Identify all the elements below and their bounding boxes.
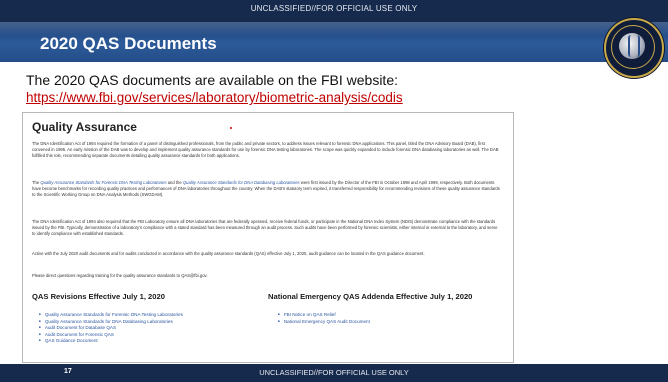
national-emergency-heading: National Emergency QAS Addenda Effective… [268,292,473,301]
dna-advisory-board-seal-icon [604,18,664,78]
qas-revisions-list: Quality Assurance Standards for Forensic… [39,312,183,345]
qa-heading: Quality Assurance [32,120,137,134]
paragraph-2: The Quality Assurance Standards for Fore… [32,180,502,199]
qas-revisions-heading: QAS Revisions Effective July 1, 2020 [32,292,165,301]
paragraph-5: Please direct questions regarding traini… [32,273,208,278]
red-dot-mark [230,127,232,129]
list-item[interactable]: Quality Assurance Standards for DNA Data… [39,319,183,326]
slide: UNCLASSIFIED//FOR OFFICIAL USE ONLY 2020… [0,0,668,382]
list-item[interactable]: FBI Notice on QAS Relief [278,312,370,319]
list-item[interactable]: QAS Guidance Document [39,338,183,345]
intro-block: The 2020 QAS documents are available on … [26,72,403,106]
classification-label-bottom: UNCLASSIFIED//FOR OFFICIAL USE ONLY [259,368,409,377]
forensic-qas-inline-link[interactable]: Quality Assurance Standards for Forensic… [40,180,166,185]
paragraph-4: Active with the July 2020 audit document… [32,251,425,256]
fbi-website-screenshot: Quality Assurance The DNA Identification… [22,112,514,363]
list-item[interactable]: Quality Assurance Standards for Forensic… [39,312,183,319]
paragraph-1: The DNA Identification Act of 1994 requi… [32,141,499,159]
dna-helix-icon [628,35,640,57]
national-emergency-list: FBI Notice on QAS Relief National Emerge… [278,312,370,325]
list-item[interactable]: National Emergency QAS Audit Document [278,319,370,326]
slide-title: 2020 QAS Documents [40,34,217,53]
databasing-qas-inline-link[interactable]: Quality Assurance Standards for DNA Data… [183,180,300,185]
intro-text: The 2020 QAS documents are available on … [26,72,398,88]
paragraph-3: The DNA Identification Act of 1994 also … [32,219,498,237]
codis-link[interactable]: https://www.fbi.gov/services/laboratory/… [26,90,403,105]
classification-label-top: UNCLASSIFIED//FOR OFFICIAL USE ONLY [250,4,418,13]
list-item[interactable]: Audit Document for Database QAS [39,325,183,332]
paragraph-2-text-b: and the [166,180,183,185]
list-item[interactable]: Audit Document for Forensic QAS [39,332,183,339]
